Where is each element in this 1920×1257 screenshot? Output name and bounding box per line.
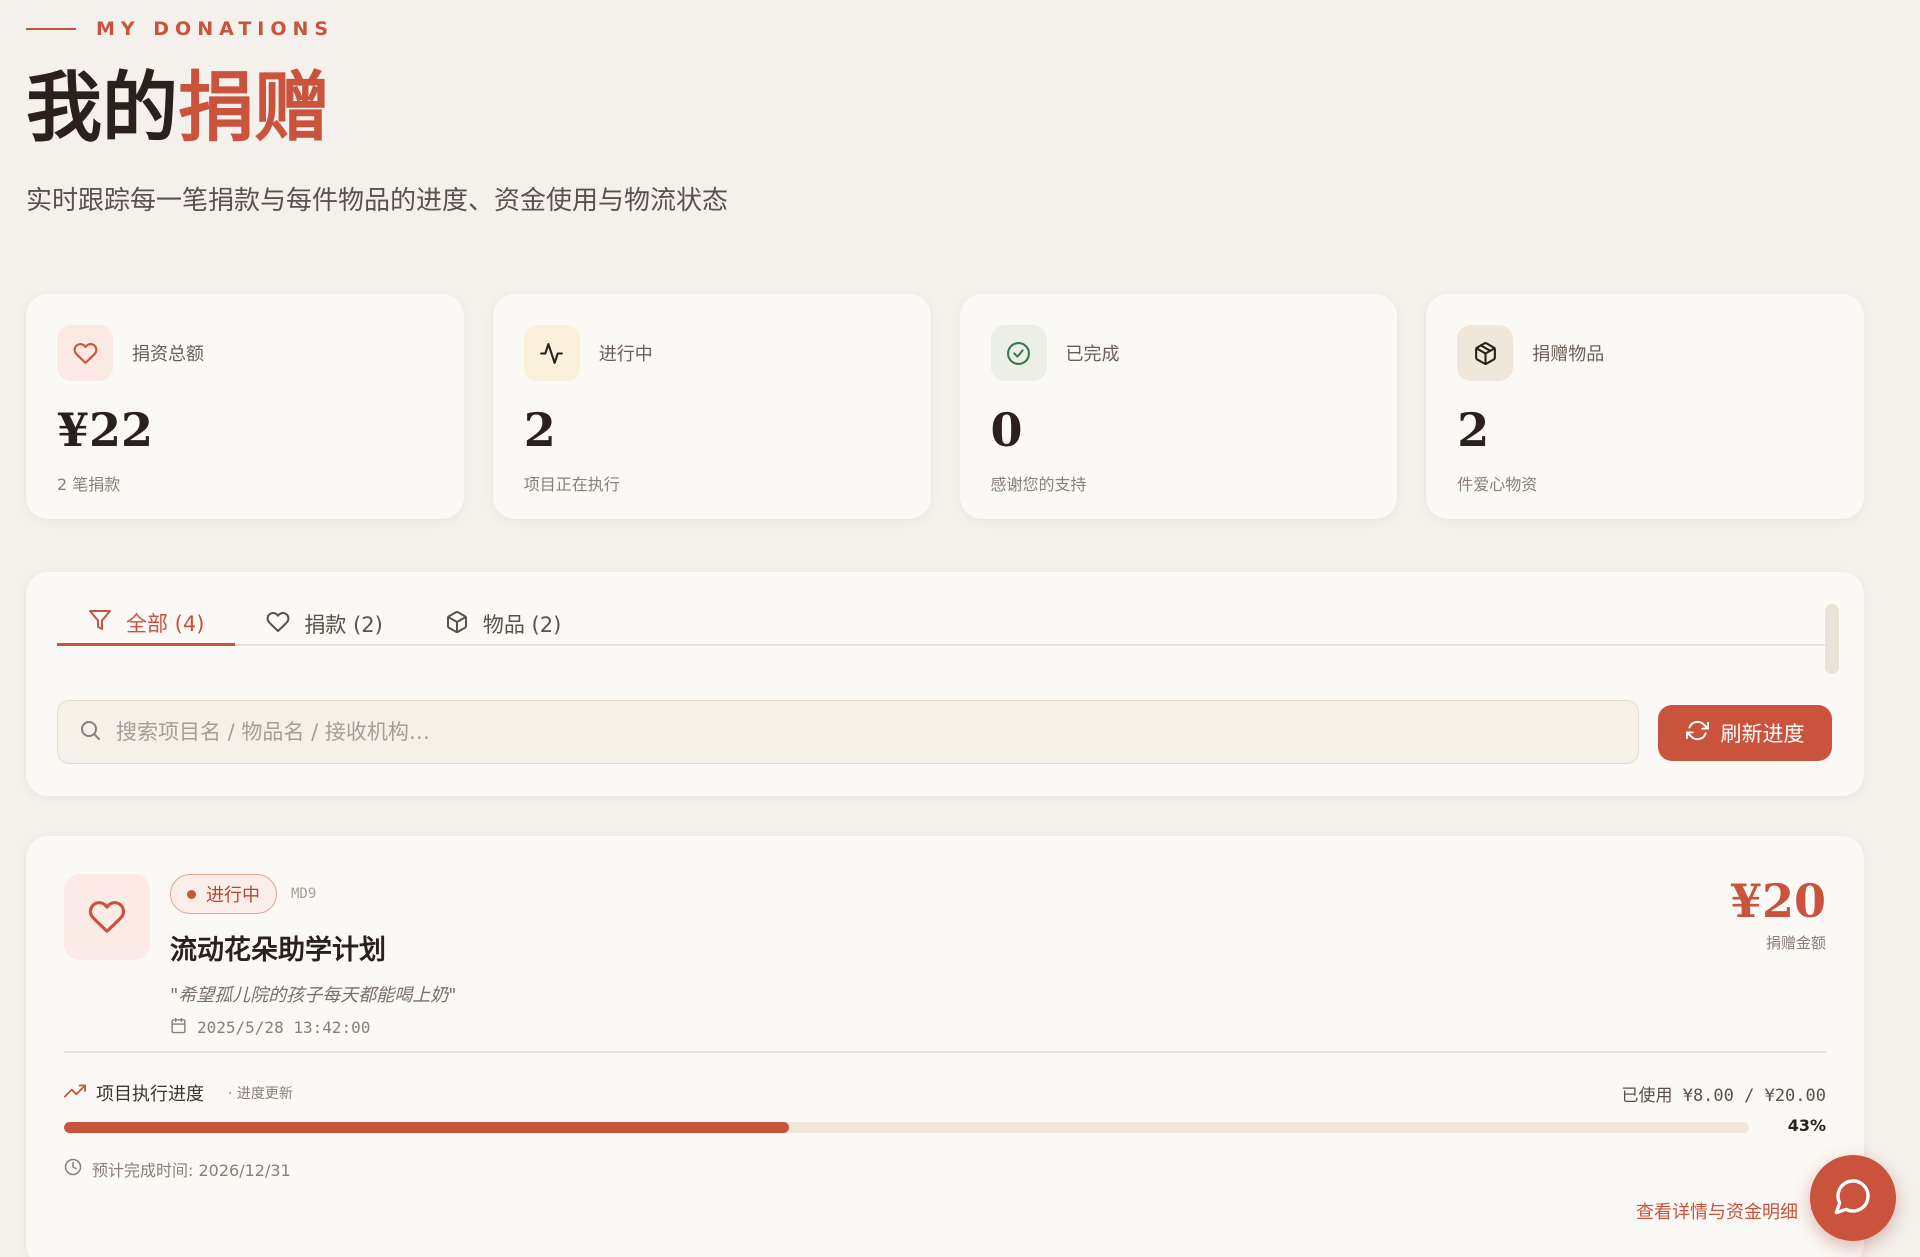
stat-value: 2 [1457, 403, 1490, 457]
stat-subtext: 件爱心物资 [1457, 475, 1538, 494]
heart-icon [57, 325, 113, 381]
search-input[interactable] [116, 720, 1516, 744]
tab-label: 全部 (4) [126, 611, 205, 636]
stat-label: 捐资总额 [132, 344, 204, 365]
page-subtitle: 实时跟踪每一笔捐款与每件物品的进度、资金使用与物流状态 [26, 186, 729, 216]
progress-percent: 43% [1787, 1116, 1826, 1135]
date-text: 2025/5/28 13:42:00 [197, 1018, 371, 1037]
tab-money[interactable]: 捐款 (2) [235, 602, 413, 646]
progress-fill [64, 1122, 789, 1133]
eyebrow: MY DONATIONS [26, 18, 728, 40]
filter-icon [88, 608, 112, 637]
stat-label: 进行中 [598, 344, 653, 365]
stat-value: 2 [523, 403, 556, 457]
tab-items[interactable]: 物品 (2) [414, 602, 592, 646]
refresh-label: 刷新进度 [1720, 722, 1805, 746]
activity-icon [523, 325, 580, 381]
stat-subtext: 感谢您的支持 [990, 475, 1087, 494]
progress-bar [64, 1122, 1749, 1133]
stat-card-completed: 已完成 0 感谢您的支持 [959, 294, 1398, 519]
donation-message: "希望孤儿院的孩子每天都能喝上奶" [170, 985, 457, 1006]
scrollbar-thumb[interactable] [1825, 604, 1839, 674]
eta-text: 预计完成时间: 2026/12/31 [92, 1161, 291, 1180]
project-title: 流动花朵助学计划 [170, 935, 386, 966]
clock-icon [64, 1158, 82, 1180]
stat-subtext: 2 笔捐款 [57, 475, 121, 494]
stat-subtext: 项目正在执行 [523, 475, 620, 494]
page-title-main: 我的 [26, 63, 178, 152]
stat-card-total: 捐资总额 ¥22 2 笔捐款 [26, 294, 464, 519]
funds-used: 已使用 ¥8.00 / ¥20.00 [1621, 1085, 1826, 1106]
search-box[interactable] [57, 700, 1639, 764]
page-header: MY DONATIONS 我的捐赠 实时跟踪每一笔捐款与每件物品的进度、资金使用… [26, 18, 728, 217]
refresh-icon [1685, 719, 1709, 747]
estimated-completion: 预计完成时间: 2026/12/31 [64, 1157, 291, 1181]
check-circle-icon [990, 325, 1047, 381]
refresh-button[interactable]: 刷新进度 [1658, 705, 1832, 761]
stat-value: ¥22 [57, 403, 154, 457]
donation-date: 2025/5/28 13:42:00 [170, 1017, 457, 1038]
amount-value: ¥20 [1729, 874, 1826, 928]
stat-label: 捐赠物品 [1532, 344, 1605, 365]
stat-card-items: 捐赠物品 2 件爱心物资 [1426, 294, 1864, 519]
status-dot [187, 889, 196, 899]
filter-tabs: 全部 (4) 捐款 (2) 物品 (2) [57, 602, 1833, 646]
chat-button[interactable] [1810, 1155, 1896, 1241]
stat-label: 已完成 [1065, 344, 1120, 365]
trending-up-icon [64, 1080, 86, 1106]
package-icon [1457, 325, 1514, 381]
stat-value: 0 [990, 403, 1023, 457]
amount-label: 捐赠金额 [1765, 934, 1826, 952]
package-icon [445, 610, 469, 639]
eyebrow-text: MY DONATIONS [96, 18, 335, 40]
page-title-accent: 捐赠 [178, 63, 330, 152]
donation-info: 进行中 MD9 流动花朵助学计划 "希望孤儿院的孩子每天都能喝上奶" 2025/… [170, 874, 457, 1038]
status-badge: 进行中 [170, 874, 277, 914]
heart-icon [266, 610, 290, 639]
progress-title: 项目执行进度 [96, 1084, 204, 1105]
filter-panel: 全部 (4) 捐款 (2) 物品 (2) 刷新进度 [26, 572, 1864, 796]
tab-label: 捐款 (2) [304, 613, 383, 637]
calendar-icon [170, 1017, 187, 1038]
heart-icon [64, 874, 150, 960]
stat-card-in-progress: 进行中 2 项目正在执行 [492, 294, 931, 519]
donation-code: MD9 [291, 886, 317, 902]
progress-update-note: · 进度更新 [228, 1086, 293, 1102]
tab-all[interactable]: 全部 (4) [57, 602, 236, 646]
progress-header: 项目执行进度 · 进度更新 已使用 ¥8.00 / ¥20.00 [64, 1080, 1826, 1106]
detail-link-text: 查看详情与资金明细 [1636, 1202, 1798, 1223]
chat-icon [1833, 1176, 1873, 1220]
stats-row: 捐资总额 ¥22 2 笔捐款 进行中 2 项目正在执行 已完成 0 感谢您的支持 [26, 294, 1864, 519]
status-text: 进行中 [206, 885, 260, 906]
eyebrow-line [26, 28, 76, 30]
view-details-link[interactable]: 查看详情与资金明细 [1636, 1198, 1826, 1224]
search-icon [78, 718, 102, 746]
divider [64, 1051, 1826, 1053]
tab-label: 物品 (2) [482, 613, 562, 637]
donation-amount: ¥20 捐赠金额 [1730, 874, 1826, 953]
page-title: 我的捐赠 [26, 70, 728, 146]
donation-card[interactable]: 进行中 MD9 流动花朵助学计划 "希望孤儿院的孩子每天都能喝上奶" 2025/… [26, 836, 1864, 1257]
